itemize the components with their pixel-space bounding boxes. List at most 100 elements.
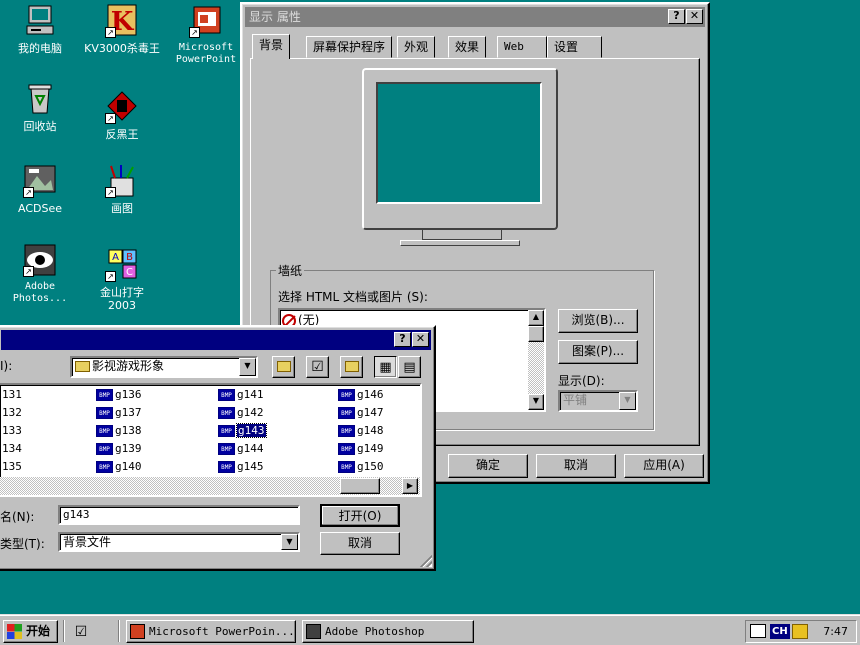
new-folder-button[interactable] (340, 356, 363, 378)
file-item[interactable]: 134 (2, 441, 22, 457)
file-item[interactable]: BMP g141 (218, 387, 264, 403)
file-item[interactable]: 131 (2, 387, 22, 403)
photoshop-eye-icon: ↗ (23, 243, 57, 277)
file-item[interactable]: BMP g149 (338, 441, 384, 457)
list-view-button[interactable]: ▦ (374, 356, 397, 378)
file-item[interactable]: BMP g136 (96, 387, 142, 403)
taskbar-item-powerpoint[interactable]: Microsoft PowerPoin... (126, 620, 296, 643)
scroll-up-button[interactable]: ▲ (528, 310, 544, 326)
file-item[interactable]: 133 (2, 423, 22, 439)
apply-button[interactable]: 应用(A) (624, 454, 704, 478)
file-item[interactable]: BMP g139 (96, 441, 142, 457)
file-item[interactable]: BMP g147 (338, 405, 384, 421)
file-item-selected[interactable]: BMP g143 (218, 423, 267, 439)
chevron-down-icon[interactable]: ▼ (281, 534, 298, 550)
desktop-icon-kingsoft-typing[interactable]: ABC ↗ 金山打字 2003 (83, 248, 161, 312)
recycle-bin-icon (23, 82, 57, 116)
dialog-titlebar[interactable]: ? ✕ (1, 330, 431, 350)
desktop-icon-powerpoint[interactable]: ↗ Microsoft PowerPoint (167, 4, 245, 66)
bmp-file-icon: BMP (96, 425, 113, 437)
filename-input[interactable]: g143 (58, 505, 300, 525)
filename-label: 名(N): (0, 510, 35, 524)
list-scrollbar[interactable]: ▲ ▼ (528, 310, 544, 410)
display-mode-select[interactable]: 平铺 ▼ (558, 390, 638, 412)
list-view-icon: ▦ (379, 360, 392, 375)
monitor-base (400, 240, 520, 246)
scroll-right-button[interactable]: ▶ (402, 478, 418, 494)
desktop-icon-acdsee[interactable]: ↗ ACDSee (1, 164, 79, 215)
scroll-thumb[interactable] (340, 478, 380, 494)
close-button[interactable]: ✕ (686, 9, 703, 24)
desktop-icon-paint[interactable]: ↗ 画图 (83, 164, 161, 215)
paint-icon: ↗ (105, 164, 139, 198)
window-titlebar[interactable]: 显示 属性 ? ✕ (245, 7, 705, 27)
monitor-preview (362, 68, 558, 230)
tab-effects[interactable]: 效果 (448, 36, 487, 58)
tab-background[interactable]: 背景 (252, 34, 291, 59)
display-label: 显示(D): (558, 374, 605, 388)
start-button[interactable]: 开始 (3, 620, 58, 643)
computer-icon (23, 4, 57, 38)
bmp-file-icon: BMP (218, 389, 235, 401)
resize-grip-icon[interactable] (420, 555, 432, 567)
close-button[interactable]: ✕ (412, 332, 429, 347)
file-item[interactable]: BMP g148 (338, 423, 384, 439)
tab-appearance[interactable]: 外观 (397, 36, 436, 58)
input-method-icon[interactable] (750, 624, 766, 638)
file-item[interactable]: BMP g142 (218, 405, 264, 421)
desktop-icon-fanheiwang[interactable]: ↗ 反黑王 (83, 90, 161, 141)
cancel-button[interactable]: 取消 (536, 454, 616, 478)
file-item[interactable]: BMP g146 (338, 387, 384, 403)
taskbar-divider (63, 620, 65, 642)
ime-icon[interactable] (792, 624, 808, 639)
desktop-button[interactable]: ☑ (306, 356, 329, 378)
file-item[interactable]: BMP g150 (338, 459, 384, 475)
desktop-icon-label: 我的电脑 (18, 42, 62, 55)
filetype-select[interactable]: 背景文件 ▼ (58, 532, 300, 552)
file-item[interactable]: 132 (2, 405, 22, 421)
shortcut-arrow-icon: ↗ (105, 27, 116, 38)
scroll-thumb[interactable] (528, 326, 544, 342)
scroll-down-button[interactable]: ▼ (528, 394, 544, 410)
kv3000-icon: K ↗ (105, 4, 139, 38)
file-item[interactable]: BMP g145 (218, 459, 264, 475)
browse-button[interactable]: 浏览(B)... (558, 309, 638, 333)
clock[interactable]: 7:47 (823, 625, 848, 638)
help-button[interactable]: ? (394, 332, 411, 347)
desktop-icon-label: 金山打字 2003 (100, 286, 144, 312)
file-item[interactable]: BMP g138 (96, 423, 142, 439)
desktop-icon-photoshop[interactable]: ↗ Adobe Photos... (1, 243, 79, 305)
language-indicator[interactable]: CH (770, 624, 790, 639)
shortcut-arrow-icon: ↗ (23, 187, 34, 198)
svg-text:C: C (126, 267, 133, 278)
open-button[interactable]: 打开(O) (320, 504, 400, 527)
horizontal-scrollbar[interactable]: ▶ (0, 477, 420, 495)
file-item[interactable]: BMP g144 (218, 441, 264, 457)
filetype-label: 类型(T): (0, 537, 45, 551)
folder-icon (75, 361, 90, 372)
desktop-icon-recycle-bin[interactable]: 回收站 (1, 82, 79, 133)
help-button[interactable]: ? (668, 9, 685, 24)
file-item[interactable]: BMP g137 (96, 405, 142, 421)
details-view-button[interactable]: ▤ (398, 356, 421, 378)
monitor-stand (422, 230, 502, 240)
dialog-cancel-button[interactable]: 取消 (320, 532, 400, 555)
desktop-icon: ☑ (74, 624, 88, 640)
look-in-select[interactable]: 影视游戏形象 ▼ (70, 356, 258, 378)
tab-screensaver[interactable]: 屏幕保护程序 (306, 36, 393, 58)
chevron-down-icon[interactable]: ▼ (619, 392, 636, 410)
desktop-icon-my-computer[interactable]: 我的电脑 (1, 4, 79, 55)
chevron-down-icon[interactable]: ▼ (239, 358, 256, 376)
up-folder-button[interactable] (272, 356, 295, 378)
file-item[interactable]: BMP g140 (96, 459, 142, 475)
select-html-label: 选择 HTML 文档或图片 (S): (278, 290, 428, 304)
desktop-icon-kv3000[interactable]: K ↗ KV3000杀毒王 (83, 4, 161, 55)
pattern-button[interactable]: 图案(P)... (558, 340, 638, 364)
tab-settings[interactable]: 设置 (547, 36, 602, 58)
file-list[interactable]: 131 132 133 134 135 BMP g136 BMP g137 BMP g… (0, 383, 422, 497)
file-item[interactable]: 135 (2, 459, 22, 475)
show-desktop-button[interactable]: ☑ (70, 622, 92, 641)
tab-web[interactable]: Web (497, 36, 547, 58)
ok-button[interactable]: 确定 (448, 454, 528, 478)
taskbar-item-photoshop[interactable]: Adobe Photoshop (302, 620, 474, 643)
